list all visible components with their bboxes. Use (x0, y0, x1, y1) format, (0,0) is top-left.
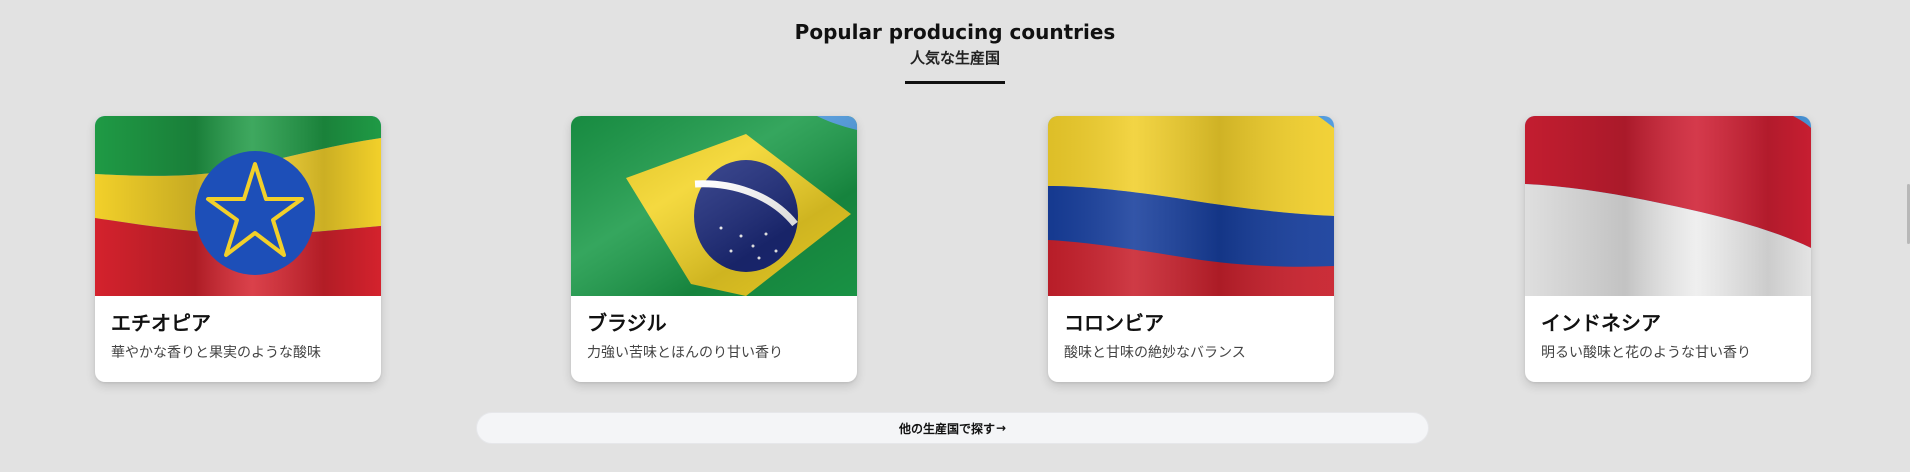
section-subtitle: 人気な生産国 (909, 49, 1000, 67)
country-description: 華やかな香りと果実のような酸味 (111, 345, 321, 361)
indonesia-flag-icon (1525, 116, 1811, 296)
title-underline (905, 81, 1005, 84)
ethiopia-flag-icon (95, 116, 381, 296)
country-name: インドネシア (1541, 311, 1661, 335)
country-card-indonesia[interactable]: インドネシア 明るい酸味と花のような甘い香り (1525, 116, 1811, 382)
country-description: 明るい酸味と花のような甘い香り (1541, 345, 1751, 361)
country-card-list: エチオピア 華やかな香りと果実のような酸味 ブラジル 力強い苦味とほんのり甘い香… (95, 116, 1811, 382)
country-card-brazil[interactable]: ブラジル 力強い苦味とほんのり甘い香り (571, 116, 857, 382)
card-body: ブラジル 力強い苦味とほんのり甘い香り (571, 296, 857, 362)
country-name: エチオピア (111, 311, 211, 335)
country-description: 酸味と甘味の絶妙なバランス (1064, 345, 1246, 361)
card-body: エチオピア 華やかな香りと果実のような酸味 (95, 296, 381, 362)
card-body: コロンビア 酸味と甘味の絶妙なバランス (1048, 296, 1334, 362)
arrow-right-icon: → (995, 421, 1007, 435)
country-name: コロンビア (1064, 311, 1164, 335)
explore-other-countries-button[interactable]: 他の生産国で探す → (476, 412, 1429, 444)
section-header: Popular producing countries 人気な生産国 (0, 18, 1910, 84)
colombia-flag-icon (1048, 116, 1334, 296)
page-scrollbar[interactable] (1906, 0, 1910, 472)
card-body: インドネシア 明るい酸味と花のような甘い香り (1525, 296, 1811, 362)
country-card-colombia[interactable]: コロンビア 酸味と甘味の絶妙なバランス (1048, 116, 1334, 382)
country-description: 力強い苦味とほんのり甘い香り (587, 345, 783, 361)
country-card-ethiopia[interactable]: エチオピア 華やかな香りと果実のような酸味 (95, 116, 381, 382)
country-name: ブラジル (587, 311, 667, 335)
explore-button-label: 他の生産国で探す (898, 421, 995, 436)
brazil-flag-icon (571, 116, 857, 296)
section-title: Popular producing countries (794, 20, 1116, 44)
